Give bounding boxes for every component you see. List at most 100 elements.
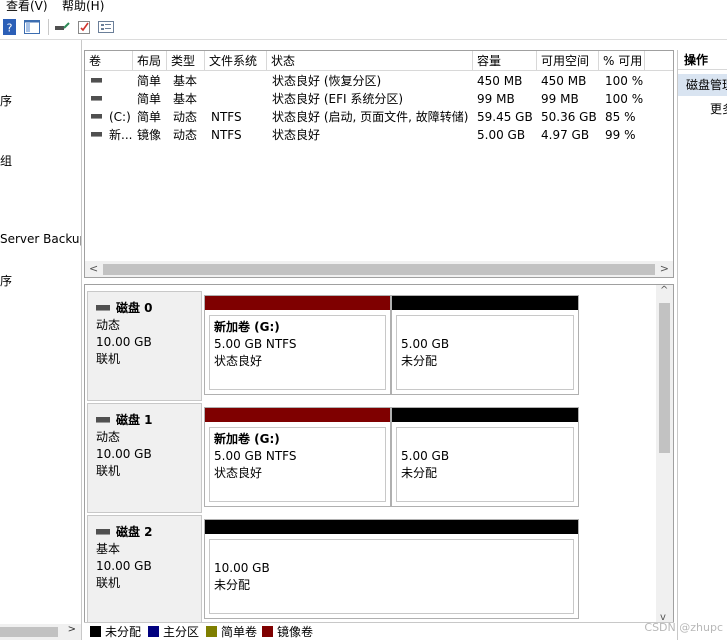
tree-item-2[interactable]: 组 (0, 152, 12, 169)
col-status[interactable]: 状态 (267, 51, 473, 71)
disk-icon (96, 305, 110, 311)
scroll-right-arrow-icon[interactable]: > (660, 262, 669, 275)
partition-title: 新加卷 (G:) (214, 320, 280, 334)
legend-swatch (206, 626, 217, 637)
cell-layout: 简单 (137, 110, 162, 124)
properties-icon[interactable] (98, 19, 114, 35)
col-filesystem[interactable]: 文件系统 (205, 51, 267, 71)
partition-unallocated[interactable]: 5.00 GB 未分配 (391, 407, 579, 507)
menu-view[interactable]: 查看(V) (6, 0, 48, 14)
disk-name: 磁盘 0 (116, 301, 153, 315)
cell-filesystem (207, 90, 211, 108)
partition-mirrored-volume[interactable]: 新加卷 (G:) 5.00 GB NTFS 状态良好 (204, 407, 391, 507)
legend-item: 镜像卷 (262, 625, 313, 639)
partition-color-bar (392, 408, 578, 422)
cell-layout: 简单 (137, 92, 162, 106)
tree-item-1[interactable]: 序 (0, 92, 12, 109)
scroll-right-arrow-icon[interactable]: > (68, 624, 76, 635)
volume-list-header: 卷 布局 类型 文件系统 状态 容量 可用空间 % 可用 (85, 51, 673, 71)
table-row[interactable]: (C:) 简单 动态 NTFS 状态良好 (启动, 页面文件, 故障转储) 59… (85, 108, 673, 126)
partition-status: 未分配 (214, 578, 251, 592)
table-row[interactable]: 简单 基本 状态良好 (恢复分区) 450 MB 450 MB 100 % (85, 72, 673, 90)
cell-capacity: 5.00 GB (477, 128, 526, 142)
partition-status: 状态良好 (214, 354, 263, 368)
action-more[interactable]: 更多 (710, 100, 727, 118)
cell-percent: 99 % (605, 128, 636, 142)
disk-2-label[interactable]: 磁盘 2 基本 10.00 GB 联机 (87, 515, 202, 623)
table-row[interactable]: 简单 基本 状态良好 (EFI 系统分区) 99 MB 99 MB 100 % (85, 90, 673, 108)
partition-unallocated[interactable]: 5.00 GB 未分配 (391, 295, 579, 395)
legend-swatch (90, 626, 101, 637)
legend-item: 未分配 (90, 625, 141, 639)
tree-item-4[interactable]: 序 (0, 272, 12, 289)
partition-color-bar (205, 408, 390, 422)
connect-disk-icon[interactable] (54, 19, 70, 35)
cell-status: 状态良好 (恢复分区) (272, 74, 382, 88)
console-tree: 序 组 Server Backup 序 > (0, 40, 82, 640)
volume-list-horizontal-scrollbar[interactable]: < > (85, 261, 673, 277)
tree-item-server-backup[interactable]: Server Backup (0, 232, 81, 246)
disk-view-vertical-scrollbar[interactable]: ^ v (656, 285, 673, 623)
scrollbar-thumb[interactable] (103, 264, 655, 275)
scrollbar-thumb[interactable] (0, 627, 58, 637)
partition-unallocated[interactable]: 10.00 GB 未分配 (204, 519, 579, 619)
col-layout[interactable]: 布局 (133, 51, 167, 71)
disk-icon (96, 417, 110, 423)
cell-percent: 100 % (605, 92, 644, 106)
cell-type: 动态 (173, 110, 198, 124)
partition-mirrored-volume[interactable]: 新加卷 (G:) 5.00 GB NTFS 状态良好 (204, 295, 391, 395)
disk-size: 10.00 GB (96, 335, 152, 349)
legend-label: 主分区 (163, 625, 200, 639)
legend-label: 镜像卷 (277, 625, 314, 639)
cell-filesystem: NTFS (211, 110, 242, 124)
disk-type: 基本 (96, 542, 121, 556)
partition-size: 5.00 GB NTFS (214, 337, 297, 351)
cell-type: 动态 (173, 128, 198, 142)
svg-text:?: ? (7, 22, 13, 35)
show-hide-console-tree-icon[interactable] (24, 19, 40, 35)
legend-swatch (148, 626, 159, 637)
disk-name: 磁盘 1 (116, 413, 153, 427)
partition-color-bar (205, 520, 578, 534)
menu-help[interactable]: 帮助(H) (62, 0, 104, 14)
disk-state: 联机 (96, 464, 121, 478)
disk-graphical-view: 磁盘 0 动态 10.00 GB 联机 新加卷 (G:) 5.00 GB NTF… (84, 284, 674, 624)
toolbar: ? (0, 14, 727, 40)
cell-free: 50.36 GB (541, 110, 597, 124)
volume-list: 卷 布局 类型 文件系统 状态 容量 可用空间 % 可用 简单 基本 状态良好 … (84, 50, 674, 278)
scroll-left-arrow-icon[interactable]: < (89, 262, 98, 275)
cell-capacity: 99 MB (477, 92, 515, 106)
actions-header: 操作 (678, 50, 727, 70)
table-row[interactable]: 新... 镜像 动态 NTFS 状态良好 5.00 GB 4.97 GB 99 … (85, 126, 673, 144)
col-capacity[interactable]: 容量 (473, 51, 537, 71)
cell-status: 状态良好 (272, 128, 321, 142)
legend-item: 简单卷 (206, 625, 257, 639)
tree-horizontal-scrollbar[interactable]: > (0, 624, 81, 640)
cell-capacity: 450 MB (477, 74, 523, 88)
checklist-icon[interactable] (76, 19, 92, 35)
legend-item: 主分区 (148, 625, 199, 639)
disk-0-label[interactable]: 磁盘 0 动态 10.00 GB 联机 (87, 291, 202, 401)
toolbar-separator (48, 19, 49, 35)
col-volume[interactable]: 卷 (85, 51, 133, 71)
legend-label: 简单卷 (221, 625, 258, 639)
drive-icon (91, 132, 102, 137)
partition-color-bar (205, 296, 390, 310)
partition-size: 10.00 GB (214, 561, 270, 575)
scrollbar-thumb[interactable] (659, 303, 670, 453)
disk-state: 联机 (96, 576, 121, 590)
drive-icon (91, 114, 102, 119)
help-icon[interactable]: ? (2, 19, 18, 35)
action-disk-management[interactable]: 磁盘管理 (678, 74, 727, 96)
cell-type: 基本 (173, 92, 198, 106)
col-type[interactable]: 类型 (167, 51, 205, 71)
disk-1-label[interactable]: 磁盘 1 动态 10.00 GB 联机 (87, 403, 202, 513)
legend-label: 未分配 (105, 625, 142, 639)
cell-layout: 镜像 (137, 128, 162, 142)
col-free-space[interactable]: 可用空间 (537, 51, 599, 71)
cell-capacity: 59.45 GB (477, 110, 533, 124)
col-percent-free[interactable]: % 可用 (599, 51, 645, 71)
scroll-up-arrow-icon[interactable]: ^ (660, 285, 668, 296)
partition-size: 5.00 GB NTFS (214, 449, 297, 463)
partition-status: 状态良好 (214, 466, 263, 480)
